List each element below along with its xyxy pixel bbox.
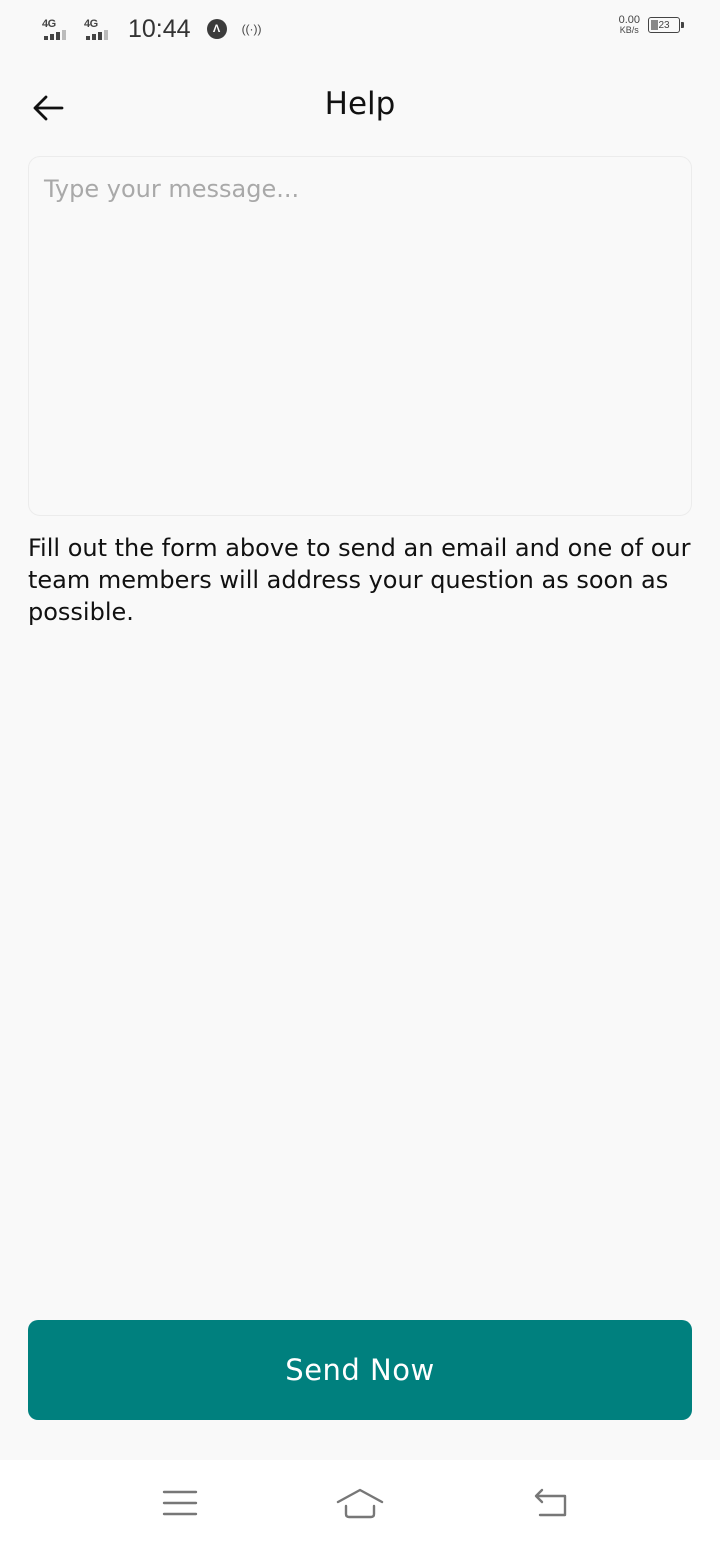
signal-network-label: 4G (84, 18, 98, 30)
signal-network-label: 4G (42, 18, 56, 30)
back-icon (534, 1488, 567, 1517)
network-speed: 0.00 KB/s (618, 14, 640, 36)
network-speed-unit: KB/s (619, 25, 639, 35)
app-notification-icon: Λ (206, 19, 227, 39)
hotspot-icon: ((·)) (241, 22, 262, 36)
app-bar: Help (0, 72, 720, 144)
home-icon (336, 1488, 384, 1519)
send-now-button[interactable]: Send Now (28, 1320, 692, 1420)
status-right: 0.00 KB/s 23 (618, 14, 684, 36)
menu-icon (162, 1490, 198, 1516)
signal-4g-icon: 4G (82, 16, 116, 42)
home-button[interactable] (330, 1478, 390, 1528)
network-speed-value: 0.00 (618, 14, 640, 26)
system-back-button[interactable] (520, 1478, 580, 1528)
system-nav-bar (0, 1460, 720, 1544)
page-title: Help (324, 86, 396, 122)
battery-icon: 23 (648, 17, 684, 33)
status-bar: 4G 4G 10:44 Λ ((·)) 0.00 KB/s 23 (0, 0, 720, 58)
status-left: 4G 4G 10:44 Λ ((·)) (40, 14, 265, 44)
recent-apps-button[interactable] (150, 1478, 210, 1528)
battery-level: 23 (658, 19, 670, 31)
message-input[interactable] (28, 156, 692, 516)
status-time: 10:44 (128, 14, 191, 43)
help-text: Fill out the form above to send an email… (28, 534, 691, 626)
signal-4g-icon: 4G (40, 16, 74, 42)
